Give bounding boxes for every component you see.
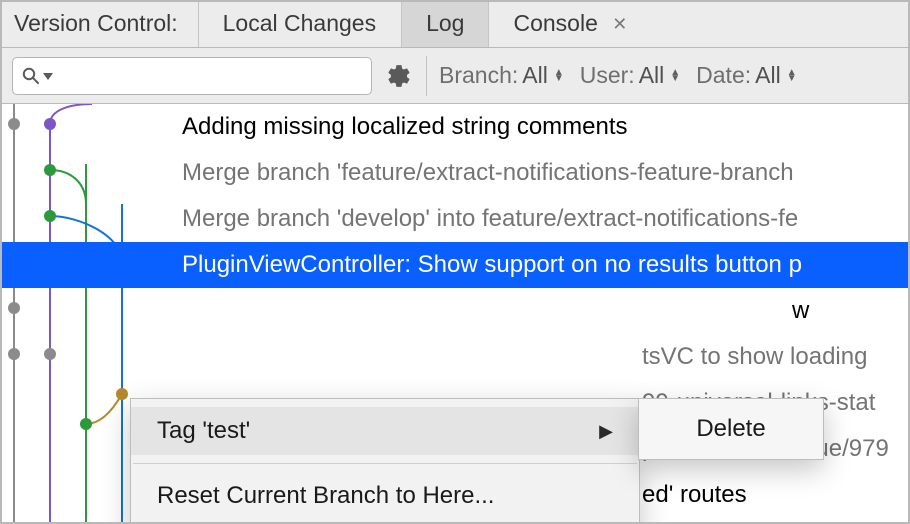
commit-message: ed' routes: [642, 481, 747, 509]
user-filter[interactable]: User: All ▲▼: [576, 62, 684, 89]
menu-item-label: Reset Current Branch to Here...: [157, 482, 494, 510]
tab-label: Console: [513, 10, 597, 36]
context-submenu: Delete: [638, 398, 824, 460]
filter-label: User:: [580, 62, 635, 89]
date-filter[interactable]: Date: All ▲▼: [692, 62, 800, 89]
filter-value: All: [639, 62, 665, 89]
sort-icon: ▲▼: [554, 70, 564, 82]
commit-message: tsVC to show loading: [642, 343, 867, 371]
dropdown-icon[interactable]: [43, 71, 53, 81]
tab-label: Local Changes: [223, 10, 376, 36]
vcs-panel: Version Control: Local Changes Log Conso…: [0, 0, 910, 524]
tab-log[interactable]: Log: [401, 2, 489, 47]
commit-row[interactable]: PluginViewController: Show support on no…: [2, 242, 908, 288]
sort-icon: ▲▼: [670, 70, 680, 82]
filter-label: Branch:: [439, 62, 518, 89]
submenu-arrow-icon: ▶: [599, 421, 613, 442]
menu-item-reset[interactable]: Reset Current Branch to Here...: [131, 472, 639, 520]
close-icon[interactable]: ✕: [612, 14, 627, 34]
tab-strip: Version Control: Local Changes Log Conso…: [2, 2, 908, 48]
search-icon: [21, 66, 41, 86]
filter-value: All: [522, 62, 548, 89]
tab-console[interactable]: Console ✕: [489, 2, 652, 47]
commit-row[interactable]: Merge branch 'develop' into feature/extr…: [182, 196, 908, 242]
search-input[interactable]: [59, 64, 363, 87]
log-toolbar: Branch: All ▲▼ User: All ▲▼ Date: All ▲▼: [2, 48, 908, 104]
commit-message: Merge branch 'feature/extract-notificati…: [182, 159, 794, 187]
panel-title: Version Control:: [2, 2, 198, 47]
context-menu: Tag 'test' ▶ Reset Current Branch to Her…: [130, 398, 640, 522]
divider: [426, 56, 427, 96]
filter-value: All: [755, 62, 781, 89]
filter-label: Date:: [696, 62, 751, 89]
commit-log: Adding missing localized string comments…: [2, 104, 908, 522]
tab-label: Log: [426, 10, 464, 36]
menu-item-label: Tag 'test': [157, 417, 250, 445]
tab-local-changes[interactable]: Local Changes: [198, 2, 401, 47]
commit-row[interactable]: w: [182, 288, 908, 334]
menu-item-revert[interactable]: Revert: [131, 520, 639, 522]
sort-icon: ▲▼: [787, 70, 797, 82]
menu-item-delete-tag[interactable]: Delete: [639, 405, 823, 453]
search-field[interactable]: [12, 57, 372, 95]
gear-icon: [386, 63, 412, 89]
commit-message: Merge branch 'develop' into feature/extr…: [182, 205, 798, 233]
menu-item-tag[interactable]: Tag 'test' ▶: [131, 407, 639, 455]
menu-separator: [133, 463, 637, 464]
commit-message: PluginViewController: Show support on no…: [182, 251, 802, 279]
commit-row[interactable]: tsVC to show loading: [182, 334, 908, 380]
commit-row[interactable]: Adding missing localized string comments: [182, 104, 908, 150]
settings-button[interactable]: [380, 57, 418, 95]
commit-row[interactable]: Merge branch 'feature/extract-notificati…: [182, 150, 908, 196]
branch-filter[interactable]: Branch: All ▲▼: [435, 62, 568, 89]
commit-message: Adding missing localized string comments: [182, 113, 628, 141]
commit-message: w: [792, 297, 809, 325]
menu-item-label: Delete: [696, 415, 765, 443]
